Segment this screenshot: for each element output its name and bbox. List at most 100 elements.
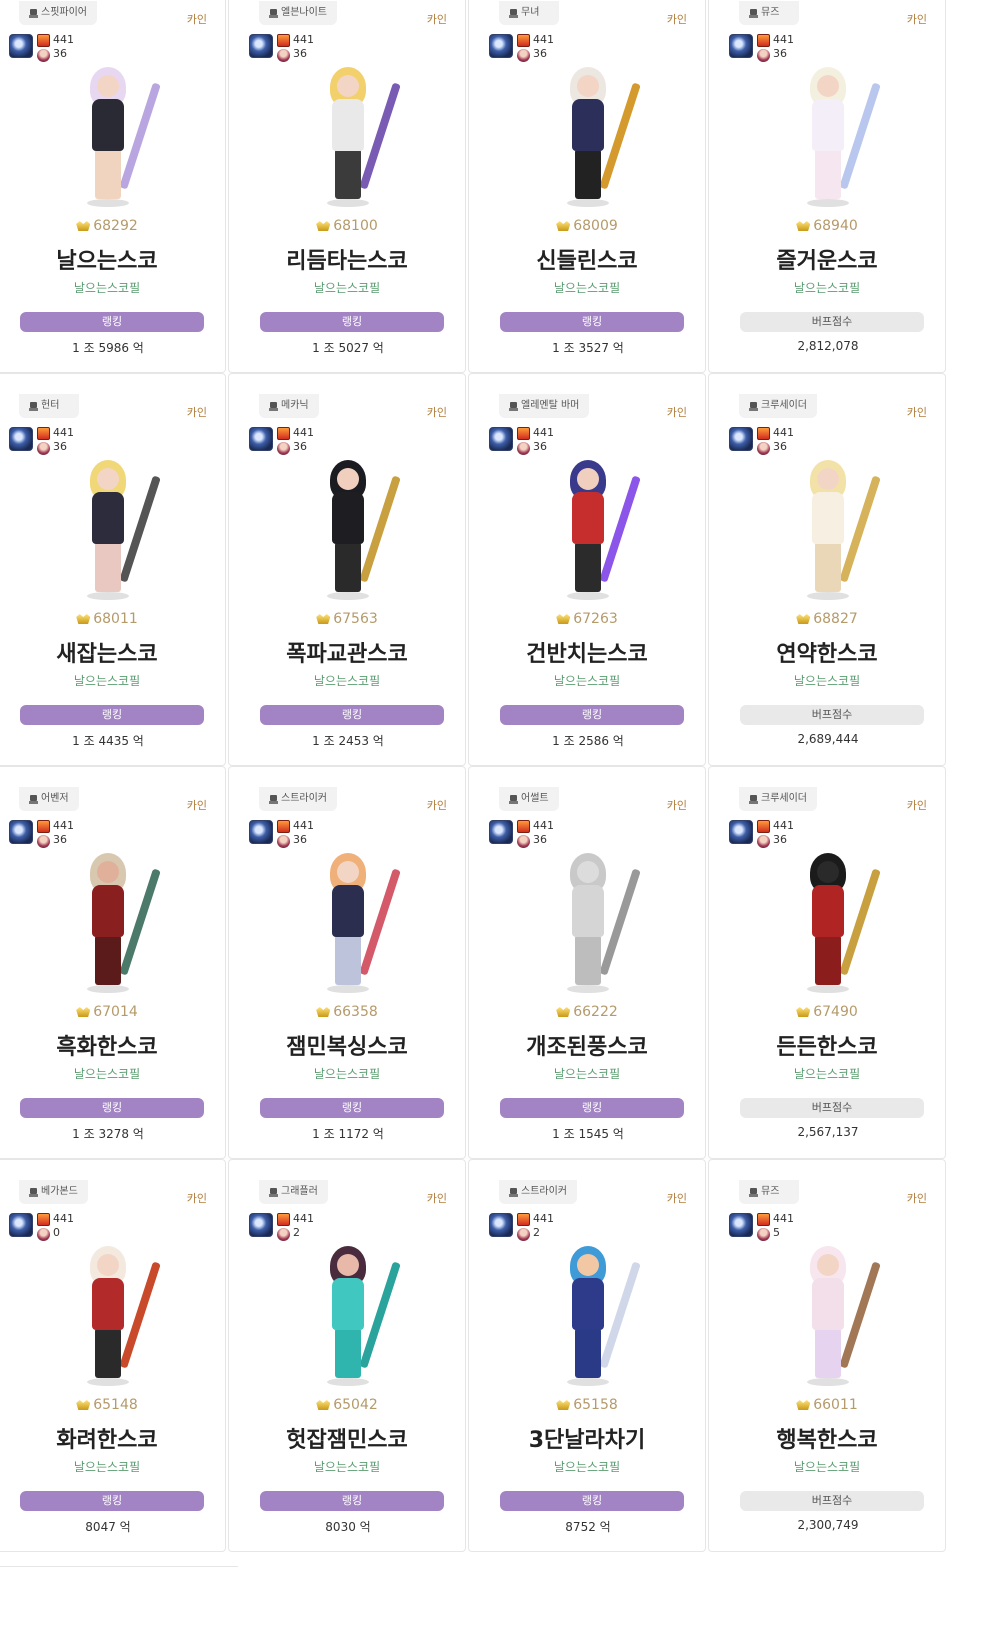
character-sprite[interactable] [709,454,945,604]
sprite-head [337,75,359,97]
ranking-button[interactable]: 랭킹 [260,705,444,725]
adventure-name[interactable]: 날으는스코필 [709,1458,945,1475]
character-card[interactable]: 엘븐나이트 카인 441 36 68100 리듬타는스코 날으는스코필 랭킹 1 조 5027 … [228,0,466,373]
fame-crown-icon [556,1398,570,1410]
adventure-name[interactable]: 날으는스코필 [469,279,705,296]
buff-score-button[interactable]: 버프점수 [740,705,924,725]
character-card[interactable]: 그래플러 카인 441 2 65042 헛잡잼민스코 날으는스코필 랭킹 8030 억 [228,1159,466,1552]
character-name[interactable]: 즐거운스코 [709,243,945,275]
character-card[interactable]: 스핏파이어 카인 441 36 68292 날으는스코 날으는스코필 랭킹 1 조 5986 억 [0,0,226,373]
sprite-head [817,861,839,883]
character-name[interactable]: 폭파교관스코 [229,636,465,668]
character-card[interactable]: 엘레멘탈 바머 카인 441 36 67263 건반치는스코 날으는스코필 랭킹 1 조 258… [468,373,706,766]
buff-score-button[interactable]: 버프점수 [740,1491,924,1511]
job-icon [29,794,38,804]
character-sprite[interactable] [0,61,225,211]
adventure-name[interactable]: 날으는스코필 [229,672,465,689]
job-name: 헌터 [41,400,60,411]
sprite-legs [95,149,121,199]
character-card[interactable]: 스트라이커 카인 441 36 66358 잼민복싱스코 날으는스코필 랭킹 1 조 1172 … [228,766,466,1159]
adventure-name[interactable]: 날으는스코필 [709,1065,945,1082]
ranking-button[interactable]: 랭킹 [500,1098,684,1118]
adventure-emblem-icon [249,34,273,58]
character-name[interactable]: 연약한스코 [709,636,945,668]
character-name[interactable]: 날으는스코 [0,243,225,275]
adventure-name[interactable]: 날으는스코필 [0,1065,225,1082]
character-sprite[interactable] [229,1240,465,1390]
character-card[interactable]: 어벤저 카인 441 36 67014 흑화한스코 날으는스코필 랭킹 1 조 3278 억 [0,766,226,1159]
adventure-name[interactable]: 날으는스코필 [469,1458,705,1475]
character-sprite[interactable] [709,1240,945,1390]
character-sprite[interactable] [469,1240,705,1390]
character-sprite[interactable] [0,847,225,997]
adventure-name[interactable]: 날으는스코필 [229,1065,465,1082]
level-flame-icon [277,1213,290,1226]
character-sprite[interactable] [0,1240,225,1390]
adventure-name[interactable]: 날으는스코필 [469,1065,705,1082]
ranking-button[interactable]: 랭킹 [20,1098,204,1118]
character-sprite[interactable] [469,454,705,604]
sub-level-value: 36 [293,47,307,60]
sprite-shadow [327,1378,369,1386]
character-card[interactable]: 크루세이더 카인 441 36 67490 든든한스코 날으는스코필 버프점수 2,567,13… [708,766,946,1159]
character-sprite[interactable] [469,61,705,211]
character-name[interactable]: 리듬타는스코 [229,243,465,275]
ranking-button[interactable]: 랭킹 [20,1491,204,1511]
buff-score-button[interactable]: 버프점수 [740,312,924,332]
ranking-button[interactable]: 랭킹 [260,1098,444,1118]
adventure-name[interactable]: 날으는스코필 [229,1458,465,1475]
fame-value: 68940 [813,218,858,234]
character-card[interactable]: 크루세이더 카인 441 36 68827 연약한스코 날으는스코필 버프점수 2,689,44… [708,373,946,766]
adventure-name[interactable]: 날으는스코필 [469,672,705,689]
damage-value: 8047 억 [85,1520,131,1534]
character-sprite[interactable] [229,454,465,604]
adventure-name[interactable]: 날으는스코필 [0,672,225,689]
character-name[interactable]: 신들린스코 [469,243,705,275]
job-name: 스트라이커 [521,1186,567,1197]
character-name[interactable]: 잼민복싱스코 [229,1029,465,1061]
character-name[interactable]: 새잡는스코 [0,636,225,668]
character-sprite[interactable] [229,847,465,997]
character-name[interactable]: 든든한스코 [709,1029,945,1061]
adventure-emblem-icon [489,427,513,451]
character-card[interactable]: 뮤즈 카인 441 36 68940 즐거운스코 날으는스코필 버프점수 2,812,078 [708,0,946,373]
adventure-name[interactable]: 날으는스코필 [229,279,465,296]
fame-crown-icon [556,612,570,624]
character-name[interactable]: 흑화한스코 [0,1029,225,1061]
character-name[interactable]: 건반치는스코 [469,636,705,668]
character-card[interactable]: 뮤즈 카인 441 5 66011 행복한스코 날으는스코필 버프점수 2,300,749 [708,1159,946,1552]
adventure-name[interactable]: 날으는스코필 [0,279,225,296]
adventure-name[interactable]: 날으는스코필 [0,1458,225,1475]
character-card[interactable]: 어썰트 카인 441 36 66222 개조된풍스코 날으는스코필 랭킹 1 조 1545 억 [468,766,706,1159]
ranking-button[interactable]: 랭킹 [260,312,444,332]
character-card[interactable]: 베가본드 카인 441 0 65148 화려한스코 날으는스코필 랭킹 8047 억 [0,1159,226,1552]
character-card[interactable]: 헌터 카인 441 36 68011 새잡는스코 날으는스코필 랭킹 1 조 4435 억 [0,373,226,766]
buff-score-button[interactable]: 버프점수 [740,1098,924,1118]
character-card[interactable]: 스트라이커 카인 441 2 65158 3단날라차기 날으는스코필 랭킹 8752 억 [468,1159,706,1552]
adventure-name[interactable]: 날으는스코필 [709,279,945,296]
character-sprite[interactable] [709,847,945,997]
job-name: 스핏파이어 [41,7,87,18]
character-name[interactable]: 3단날라차기 [469,1422,705,1454]
character-sprite[interactable] [709,61,945,211]
adventure-emblem-icon [489,1213,513,1237]
ranking-button[interactable]: 랭킹 [260,1491,444,1511]
sprite-body [572,492,604,544]
sprite-head [577,861,599,883]
character-name[interactable]: 개조된풍스코 [469,1029,705,1061]
ranking-button[interactable]: 랭킹 [20,705,204,725]
ranking-button[interactable]: 랭킹 [500,1491,684,1511]
character-sprite[interactable] [0,454,225,604]
character-card[interactable]: 메카닉 카인 441 36 67563 폭파교관스코 날으는스코필 랭킹 1 조 2453 억 [228,373,466,766]
character-card[interactable]: 무녀 카인 441 36 68009 신들린스코 날으는스코필 랭킹 1 조 3527 억 [468,0,706,373]
ranking-button[interactable]: 랭킹 [500,312,684,332]
character-name[interactable]: 화려한스코 [0,1422,225,1454]
character-name[interactable]: 행복한스코 [709,1422,945,1454]
character-name[interactable]: 헛잡잼민스코 [229,1422,465,1454]
character-figure [782,1240,881,1390]
character-sprite[interactable] [469,847,705,997]
ranking-button[interactable]: 랭킹 [500,705,684,725]
ranking-button[interactable]: 랭킹 [20,312,204,332]
adventure-name[interactable]: 날으는스코필 [709,672,945,689]
character-sprite[interactable] [229,61,465,211]
